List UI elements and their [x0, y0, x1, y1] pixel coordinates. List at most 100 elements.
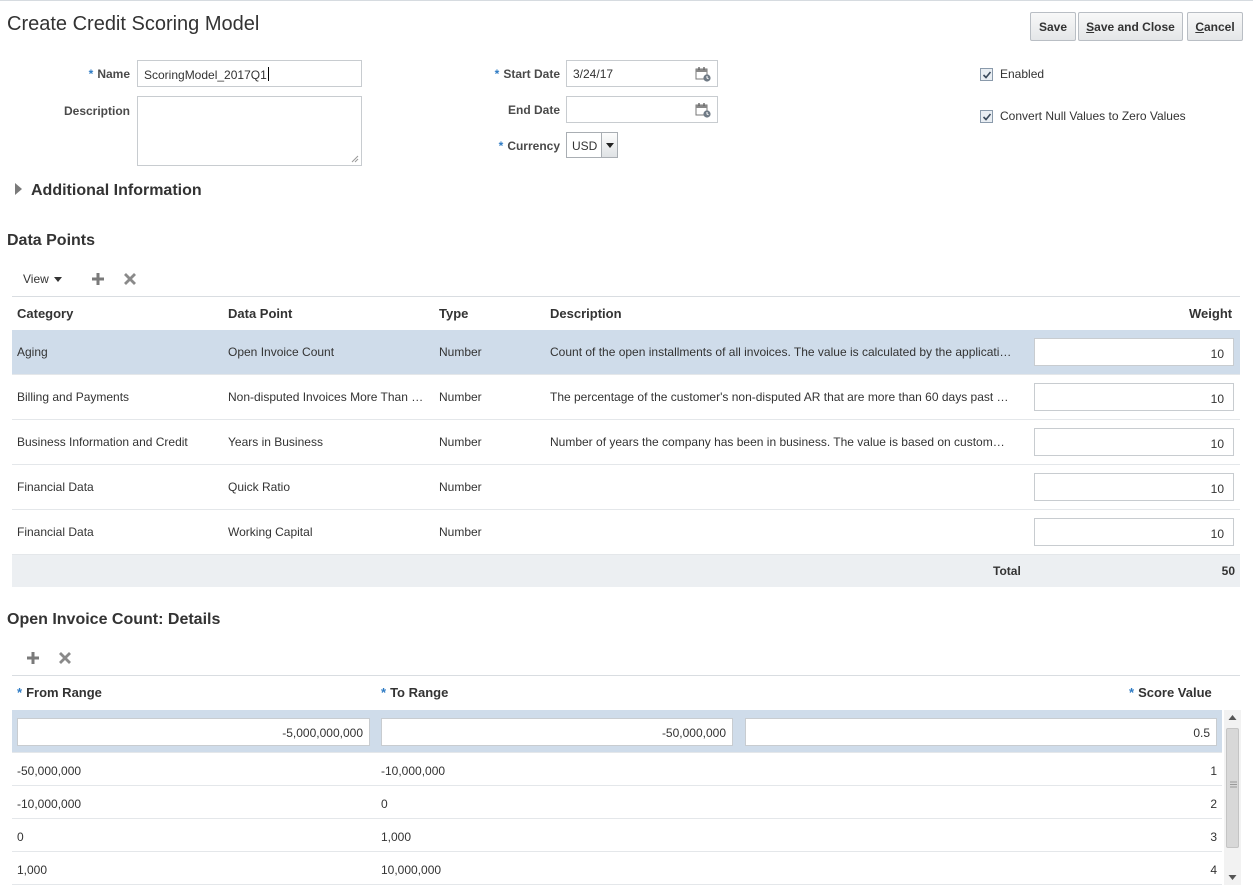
weight-input[interactable]: 10 — [1034, 428, 1234, 456]
top-border — [0, 0, 1253, 1]
total-label: Total — [993, 564, 1021, 578]
type-cell: Number — [439, 435, 482, 449]
description-cell: Number of years the company has been in … — [550, 435, 1005, 449]
page-title: Create Credit Scoring Model — [7, 13, 260, 35]
scroll-up-icon[interactable] — [1228, 714, 1237, 721]
to-range-cell: -10,000,000 — [381, 764, 446, 778]
column-header-category[interactable]: Category — [17, 306, 73, 321]
cancel-button[interactable]: Cancel — [1187, 12, 1243, 41]
category-cell: Financial Data — [17, 525, 94, 539]
type-cell: Number — [439, 525, 482, 539]
plus-icon[interactable] — [25, 650, 41, 666]
end-date-label: End Date — [507, 103, 560, 117]
details-row[interactable]: -5,000,000,000 -50,000,000 0.5 — [12, 710, 1222, 753]
table-top-divider — [12, 296, 1240, 297]
chevron-down-icon — [53, 276, 62, 282]
column-header-weight[interactable]: Weight — [1189, 306, 1232, 321]
table-row[interactable]: Aging Open Invoice Count Number Count of… — [12, 330, 1240, 375]
score-value-cell: 1 — [1210, 764, 1217, 778]
type-cell: Number — [439, 480, 482, 494]
from-range-cell: 1,000 — [17, 863, 48, 877]
details-row[interactable]: 1,000 10,000,000 4 — [12, 852, 1222, 885]
currency-label: * Currency — [498, 139, 560, 153]
weight-input[interactable]: 10 — [1034, 383, 1234, 411]
total-value: 50 — [1221, 564, 1235, 578]
checkmark-icon — [982, 70, 991, 79]
total-row: Total 50 — [12, 555, 1240, 587]
category-cell: Billing and Payments — [17, 390, 130, 404]
description-field[interactable] — [137, 96, 362, 166]
additional-information-header[interactable]: Additional Information — [31, 182, 202, 200]
scrollbar-thumb[interactable] — [1226, 728, 1239, 848]
column-header-data-point[interactable]: Data Point — [228, 306, 292, 321]
category-cell: Financial Data — [17, 480, 94, 494]
plus-icon[interactable] — [90, 271, 106, 287]
enabled-checkbox[interactable] — [980, 68, 993, 81]
from-range-cell: -10,000,000 — [17, 797, 82, 811]
from-range-cell: 0 — [17, 830, 24, 844]
column-header-from-range[interactable]: * From Range — [17, 685, 102, 700]
to-range-cell: 10,000,000 — [381, 863, 442, 877]
to-range-cell: 1,000 — [381, 830, 412, 844]
column-header-type[interactable]: Type — [439, 306, 468, 321]
scroll-down-icon[interactable] — [1228, 874, 1237, 881]
table-row[interactable]: Financial Data Working Capital Number 10 — [12, 510, 1240, 555]
convert-null-label: Convert Null Values to Zero Values — [1000, 109, 1186, 123]
calendar-icon[interactable] — [695, 102, 711, 118]
table-row[interactable]: Business Information and Credit Years in… — [12, 420, 1240, 465]
weight-input[interactable]: 10 — [1034, 338, 1234, 366]
weight-input[interactable]: 10 — [1034, 473, 1234, 501]
type-cell: Number — [439, 390, 482, 404]
to-range-input[interactable]: -50,000,000 — [381, 718, 733, 746]
grip-icon — [1230, 781, 1237, 788]
details-row[interactable]: -10,000,000 0 2 — [12, 786, 1222, 819]
weight-input[interactable]: 10 — [1034, 518, 1234, 546]
save-button[interactable]: Save — [1030, 12, 1076, 41]
details-row[interactable]: -50,000,000 -10,000,000 1 — [12, 753, 1222, 786]
to-range-cell: 0 — [381, 797, 388, 811]
resize-grip-icon[interactable] — [351, 155, 359, 163]
data-point-cell: Open Invoice Count — [228, 345, 335, 359]
x-icon[interactable] — [57, 650, 73, 666]
details-table-top-divider — [12, 675, 1240, 676]
data-point-cell: Non-disputed Invoices More Than … — [228, 390, 424, 404]
description-cell: The percentage of the customer's non-dis… — [550, 390, 1009, 404]
save-and-close-button[interactable]: Save and Close — [1078, 12, 1183, 41]
disclosure-triangle-icon[interactable] — [15, 183, 22, 195]
name-field[interactable]: ScoringModel_2017Q1 — [137, 60, 362, 87]
x-icon[interactable] — [122, 271, 138, 287]
score-value-input[interactable]: 0.5 — [745, 718, 1217, 746]
score-value-cell: 4 — [1210, 863, 1217, 877]
data-point-cell: Years in Business — [228, 435, 323, 449]
column-header-score-value[interactable]: * Score Value — [1129, 685, 1212, 700]
chevron-down-icon[interactable] — [601, 133, 617, 157]
description-label: Description — [63, 104, 130, 118]
calendar-icon[interactable] — [695, 66, 711, 82]
details-scrollbar[interactable] — [1224, 710, 1241, 885]
score-value-cell: 3 — [1210, 830, 1217, 844]
category-cell: Aging — [17, 345, 48, 359]
name-label: * Name — [88, 67, 130, 81]
table-row[interactable]: Billing and Payments Non-disputed Invoic… — [12, 375, 1240, 420]
start-date-field[interactable]: 3/24/17 — [566, 60, 718, 87]
convert-null-checkbox[interactable] — [980, 110, 993, 123]
data-point-cell: Quick Ratio — [228, 480, 291, 494]
column-header-to-range[interactable]: * To Range — [381, 685, 448, 700]
from-range-cell: -50,000,000 — [17, 764, 82, 778]
from-range-input[interactable]: -5,000,000,000 — [17, 718, 370, 746]
data-points-header: Data Points — [7, 232, 96, 249]
start-date-label: * Start Date — [494, 67, 560, 81]
table-row[interactable]: Financial Data Quick Ratio Number 10 — [12, 465, 1240, 510]
score-value-cell: 2 — [1210, 797, 1217, 811]
end-date-field[interactable] — [566, 96, 718, 123]
type-cell: Number — [439, 345, 482, 359]
data-point-cell: Working Capital — [228, 525, 313, 539]
details-row[interactable]: 0 1,000 3 — [12, 819, 1222, 852]
view-menu[interactable]: View — [23, 272, 62, 286]
column-header-description[interactable]: Description — [550, 306, 622, 321]
details-header: Open Invoice Count: Details — [7, 611, 221, 628]
currency-select[interactable]: USD — [566, 132, 618, 158]
checkmark-icon — [982, 112, 991, 121]
description-cell: Count of the open installments of all in… — [550, 345, 1012, 359]
category-cell: Business Information and Credit — [17, 435, 188, 449]
